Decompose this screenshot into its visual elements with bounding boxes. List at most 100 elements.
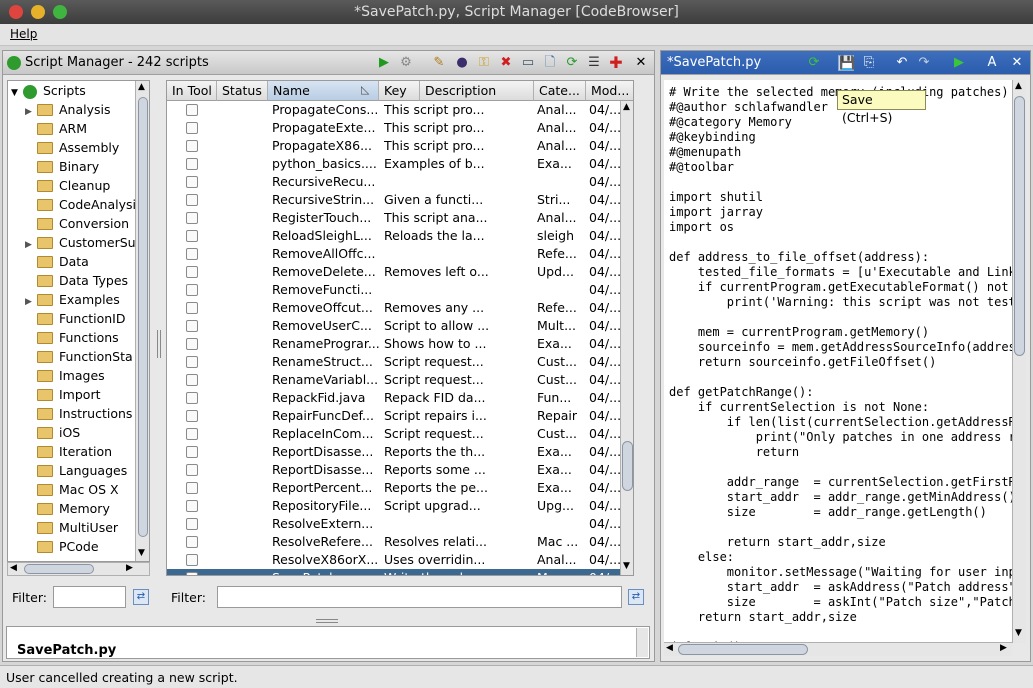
tree-category-item[interactable]: ▶ CustomerSu xyxy=(25,233,136,252)
tree-category-item[interactable]: ARM xyxy=(25,119,87,138)
editor-close-icon[interactable]: ✕ xyxy=(1009,55,1025,71)
editor-h-scroll-left-arrow[interactable]: ◀ xyxy=(666,643,673,653)
tree-category-item[interactable]: Cleanup xyxy=(25,176,110,195)
close-panel-icon[interactable]: ✕ xyxy=(633,55,649,71)
tree-category-item[interactable]: Data Types xyxy=(25,271,128,290)
help-plus-icon[interactable]: ✚ xyxy=(608,55,624,71)
in-tool-checkbox[interactable] xyxy=(186,230,198,242)
detail-scrollbar[interactable] xyxy=(636,628,648,657)
tree-category-item[interactable]: Import xyxy=(25,385,101,404)
in-tool-checkbox[interactable] xyxy=(186,554,198,566)
table-row[interactable]: ReloadSleighL... Reloads the la... sleigh 0… xyxy=(167,227,621,245)
editor-scroll-down-arrow-icon[interactable]: ▼ xyxy=(1015,628,1022,638)
tree-category-item[interactable]: ▶ Examples xyxy=(25,290,120,309)
tree-category-item[interactable]: Binary xyxy=(25,157,99,176)
in-tool-checkbox[interactable] xyxy=(186,302,198,314)
table-row[interactable]: PropagateX86... This script pro... Anal...… xyxy=(167,137,621,155)
table-row[interactable]: RecursiveStrin... Given a functi... Stri..… xyxy=(167,191,621,209)
tree-category-item[interactable]: Assembly xyxy=(25,138,119,157)
in-tool-checkbox[interactable] xyxy=(186,140,198,152)
redo-icon[interactable]: ↷ xyxy=(916,55,932,71)
editor-vertical-scrollbar[interactable]: ▲ ▼ xyxy=(1012,80,1026,643)
in-tool-checkbox[interactable] xyxy=(186,284,198,296)
editor-scroll-up-arrow-icon[interactable]: ▲ xyxy=(1015,81,1022,91)
in-tool-checkbox[interactable] xyxy=(186,374,198,386)
tree-category-item[interactable]: Instructions xyxy=(25,404,132,423)
table-row[interactable]: RegisterTouch... This script ana... Anal..… xyxy=(167,209,621,227)
table-row[interactable]: ReportDisasse... Reports some ... Exa... 04… xyxy=(167,461,621,479)
eclipse-edit-icon[interactable]: ● xyxy=(454,55,470,71)
tree-scroll-thumb[interactable] xyxy=(138,97,148,537)
table-row[interactable]: ResolveExtern... 04/... xyxy=(167,515,621,533)
table-row[interactable]: ResolveX86orX... Uses overridin... Anal...… xyxy=(167,551,621,569)
tree-category-item[interactable]: Functions xyxy=(25,328,119,347)
table-row-selected[interactable]: SavePatch.pyWrite the selec...Me...04/..… xyxy=(167,569,621,575)
code-editor[interactable]: # Write the selected memory (including p… xyxy=(664,80,1012,642)
table-row[interactable]: ReportPercent... Reports the pe... Exa... 0… xyxy=(167,479,621,497)
table-row[interactable]: RenameVariabl... Script request... Cust...… xyxy=(167,371,621,389)
table-row[interactable]: ReportDisasse... Reports the th... Exa... 0… xyxy=(167,443,621,461)
in-tool-checkbox[interactable] xyxy=(186,104,198,116)
save-as-icon[interactable]: ⎘ xyxy=(861,55,877,71)
in-tool-checkbox[interactable] xyxy=(186,266,198,278)
in-tool-checkbox[interactable] xyxy=(186,320,198,332)
editor-refresh-icon[interactable]: ⟳ xyxy=(806,55,822,71)
tree-filter-input[interactable] xyxy=(53,586,126,608)
edit-script-icon[interactable]: ✎ xyxy=(431,55,447,71)
col-modified[interactable]: Mod... xyxy=(586,81,633,101)
run-script-icon[interactable]: ▶ xyxy=(376,55,392,71)
tree-h-scroll-left-arrow[interactable]: ◀ xyxy=(10,563,17,573)
in-tool-checkbox[interactable] xyxy=(186,212,198,224)
table-row[interactable]: RenamePrograr... Shows how to ... Exa... 04… xyxy=(167,335,621,353)
in-tool-checkbox[interactable] xyxy=(186,248,198,260)
expand-arrow-icon[interactable]: ▼ xyxy=(11,84,23,103)
scroll-up-arrow-icon[interactable]: ▲ xyxy=(138,82,145,92)
tree-category-item[interactable]: PCode xyxy=(25,537,99,556)
tree-vertical-scrollbar[interactable]: ▲ ▼ xyxy=(135,81,149,561)
tree-category-item[interactable]: FunctionID xyxy=(25,309,125,328)
table-scroll-up-arrow-icon[interactable]: ▲ xyxy=(623,102,630,112)
horizontal-splitter[interactable] xyxy=(316,619,338,623)
table-row[interactable]: ReplaceInCom... Script request... Cust... 0… xyxy=(167,425,621,443)
undo-icon[interactable]: ↶ xyxy=(894,55,910,71)
editor-horizontal-scrollbar[interactable]: ◀ ▶ xyxy=(664,642,1012,656)
table-row[interactable]: RepairFuncDef... Script repairs i... Repai… xyxy=(167,407,621,425)
editor-h-scroll-right-arrow[interactable]: ▶ xyxy=(1000,643,1007,653)
tree-category-item[interactable]: Iteration xyxy=(25,442,112,461)
in-tool-checkbox[interactable] xyxy=(186,500,198,512)
in-tool-checkbox[interactable] xyxy=(186,536,198,548)
tree-h-scroll-thumb[interactable] xyxy=(24,564,94,574)
table-row[interactable]: RemoveFuncti... 04/... xyxy=(167,281,621,299)
vertical-splitter[interactable] xyxy=(157,330,161,358)
in-tool-checkbox[interactable] xyxy=(186,122,198,134)
col-status[interactable]: Status xyxy=(217,81,268,101)
tree-category-item[interactable]: CodeAnalysis xyxy=(25,195,143,214)
in-tool-checkbox[interactable] xyxy=(186,356,198,368)
table-row[interactable]: ResolveRefere... Resolves relati... Mac ..… xyxy=(167,533,621,551)
tree-category-item[interactable]: Memory xyxy=(25,499,110,518)
tree-category-item[interactable]: iOS xyxy=(25,423,80,442)
table-row[interactable]: RemoveUserC... Script to allow ... Mult...… xyxy=(167,317,621,335)
font-icon[interactable]: A xyxy=(984,55,1000,71)
tree-category-item[interactable]: Data xyxy=(25,252,89,271)
in-tool-checkbox[interactable] xyxy=(186,392,198,404)
tree-category-item[interactable]: Conversion xyxy=(25,214,129,233)
table-filter-input[interactable] xyxy=(217,586,622,608)
tree-category-item[interactable]: ▶ Analysis xyxy=(25,100,111,119)
tree-category-item[interactable]: Images xyxy=(25,366,105,385)
in-tool-checkbox[interactable] xyxy=(186,158,198,170)
tree-category-item[interactable]: FunctionSta xyxy=(25,347,133,366)
table-row[interactable]: RepackFid.java Repack FID da... Fun... 04/.… xyxy=(167,389,621,407)
in-tool-checkbox[interactable] xyxy=(186,338,198,350)
editor-scroll-thumb[interactable] xyxy=(1014,96,1025,356)
in-tool-checkbox[interactable] xyxy=(186,176,198,188)
scroll-down-arrow-icon[interactable]: ▼ xyxy=(138,548,145,558)
table-row[interactable]: PropagateCons... This script pro... Anal..… xyxy=(167,101,621,119)
table-vertical-scrollbar[interactable]: ▲ ▼ xyxy=(620,101,633,575)
table-row[interactable]: python_basics.... Examples of b... Exa... 0… xyxy=(167,155,621,173)
table-row[interactable]: RemoveAllOffc... Refe... 04/... xyxy=(167,245,621,263)
table-row[interactable]: PropagateExte... This script pro... Anal..… xyxy=(167,119,621,137)
table-scroll-thumb[interactable] xyxy=(622,441,633,491)
in-tool-checkbox[interactable] xyxy=(186,428,198,440)
rename-script-icon[interactable]: ▭ xyxy=(520,55,536,71)
